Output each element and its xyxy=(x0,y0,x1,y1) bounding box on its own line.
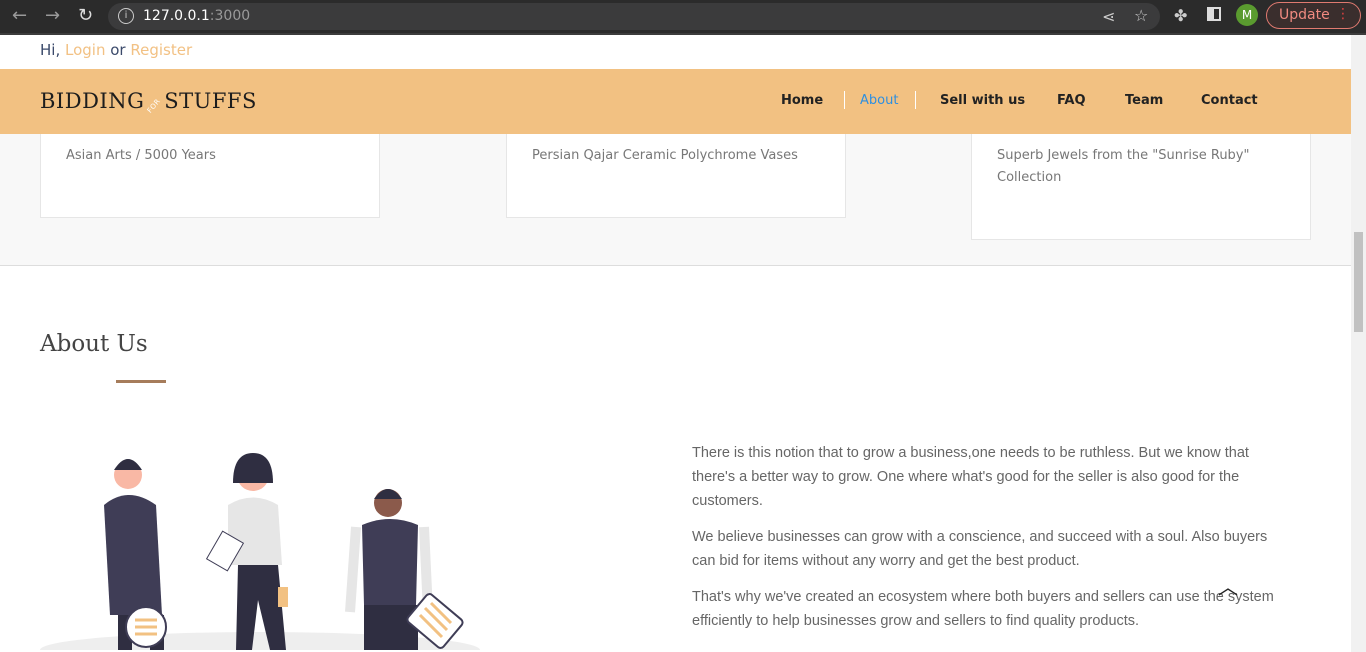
page: Hi, Login or Register Asian Arts / 5000 … xyxy=(0,35,1351,652)
update-button[interactable]: Update ⋮ xyxy=(1266,2,1361,29)
site-header: BIDDING FORSTUFFS Home About Sell with us… xyxy=(0,69,1351,134)
logo-mid: FOR xyxy=(146,97,163,115)
nav-separator xyxy=(915,91,916,109)
team-illustration xyxy=(40,453,480,650)
url-text: 127.0.0.1:3000 xyxy=(143,8,250,24)
login-link[interactable]: Login xyxy=(65,41,105,59)
nav-faq[interactable]: FAQ xyxy=(1057,93,1086,108)
reload-icon[interactable]: ↻ xyxy=(78,5,93,26)
forward-icon[interactable]: → xyxy=(45,5,60,26)
browser-toolbar: ← → ↻ i 127.0.0.1:3000 ⋖ ☆ ✤ M Update ⋮ xyxy=(0,0,1366,35)
logo-left: BIDDING xyxy=(40,89,145,113)
update-label: Update xyxy=(1279,7,1330,23)
nav-contact[interactable]: Contact xyxy=(1201,93,1258,108)
scrollbar[interactable] xyxy=(1351,35,1366,652)
back-icon[interactable]: ← xyxy=(12,5,27,26)
greeting: Hi, xyxy=(40,41,61,59)
about-paragraph: That's why we've created an ecosystem wh… xyxy=(692,589,1274,629)
nav-about[interactable]: About xyxy=(860,93,898,108)
nav-sell[interactable]: Sell with us xyxy=(940,93,1025,108)
nav-separator xyxy=(844,91,845,109)
about-paragraph: There is this notion that to grow a busi… xyxy=(692,445,1249,509)
info-icon[interactable]: i xyxy=(118,8,134,24)
scroll-to-top-icon[interactable]: ︿ xyxy=(1218,571,1238,600)
profile-avatar[interactable]: M xyxy=(1236,4,1258,26)
nav-team[interactable]: Team xyxy=(1125,93,1163,108)
title-underline xyxy=(116,380,166,383)
nav-home[interactable]: Home xyxy=(781,93,823,108)
star-icon[interactable]: ☆ xyxy=(1134,6,1148,25)
scrollbar-thumb[interactable] xyxy=(1354,232,1363,332)
address-bar[interactable]: i 127.0.0.1:3000 ⋖ ☆ xyxy=(108,3,1160,30)
about-title: About Us xyxy=(40,331,148,357)
card-title: Persian Qajar Ceramic Polychrome Vases xyxy=(532,148,798,163)
sidepanel-icon[interactable] xyxy=(1207,7,1221,21)
logo-right: STUFFS xyxy=(164,89,257,113)
or-text: or xyxy=(110,41,126,59)
share-icon[interactable]: ⋖ xyxy=(1102,7,1115,26)
card-title: Asian Arts / 5000 Years xyxy=(66,148,216,163)
logo[interactable]: BIDDING FORSTUFFS xyxy=(40,89,257,115)
menu-icon: ⋮ xyxy=(1336,6,1350,22)
about-paragraph: We believe businesses can grow with a co… xyxy=(692,529,1268,569)
about-text: There is this notion that to grow a busi… xyxy=(692,441,1292,633)
card-title: Superb Jewels from the "Sunrise Ruby" Co… xyxy=(997,148,1250,185)
url-host: 127.0.0.1 xyxy=(143,8,210,24)
url-port: :3000 xyxy=(209,8,251,24)
featured-cards: Asian Arts / 5000 Years Persian Qajar Ce… xyxy=(0,114,1351,266)
auth-bar: Hi, Login or Register xyxy=(0,35,1351,69)
extensions-icon[interactable]: ✤ xyxy=(1174,6,1187,25)
register-link[interactable]: Register xyxy=(130,41,192,59)
